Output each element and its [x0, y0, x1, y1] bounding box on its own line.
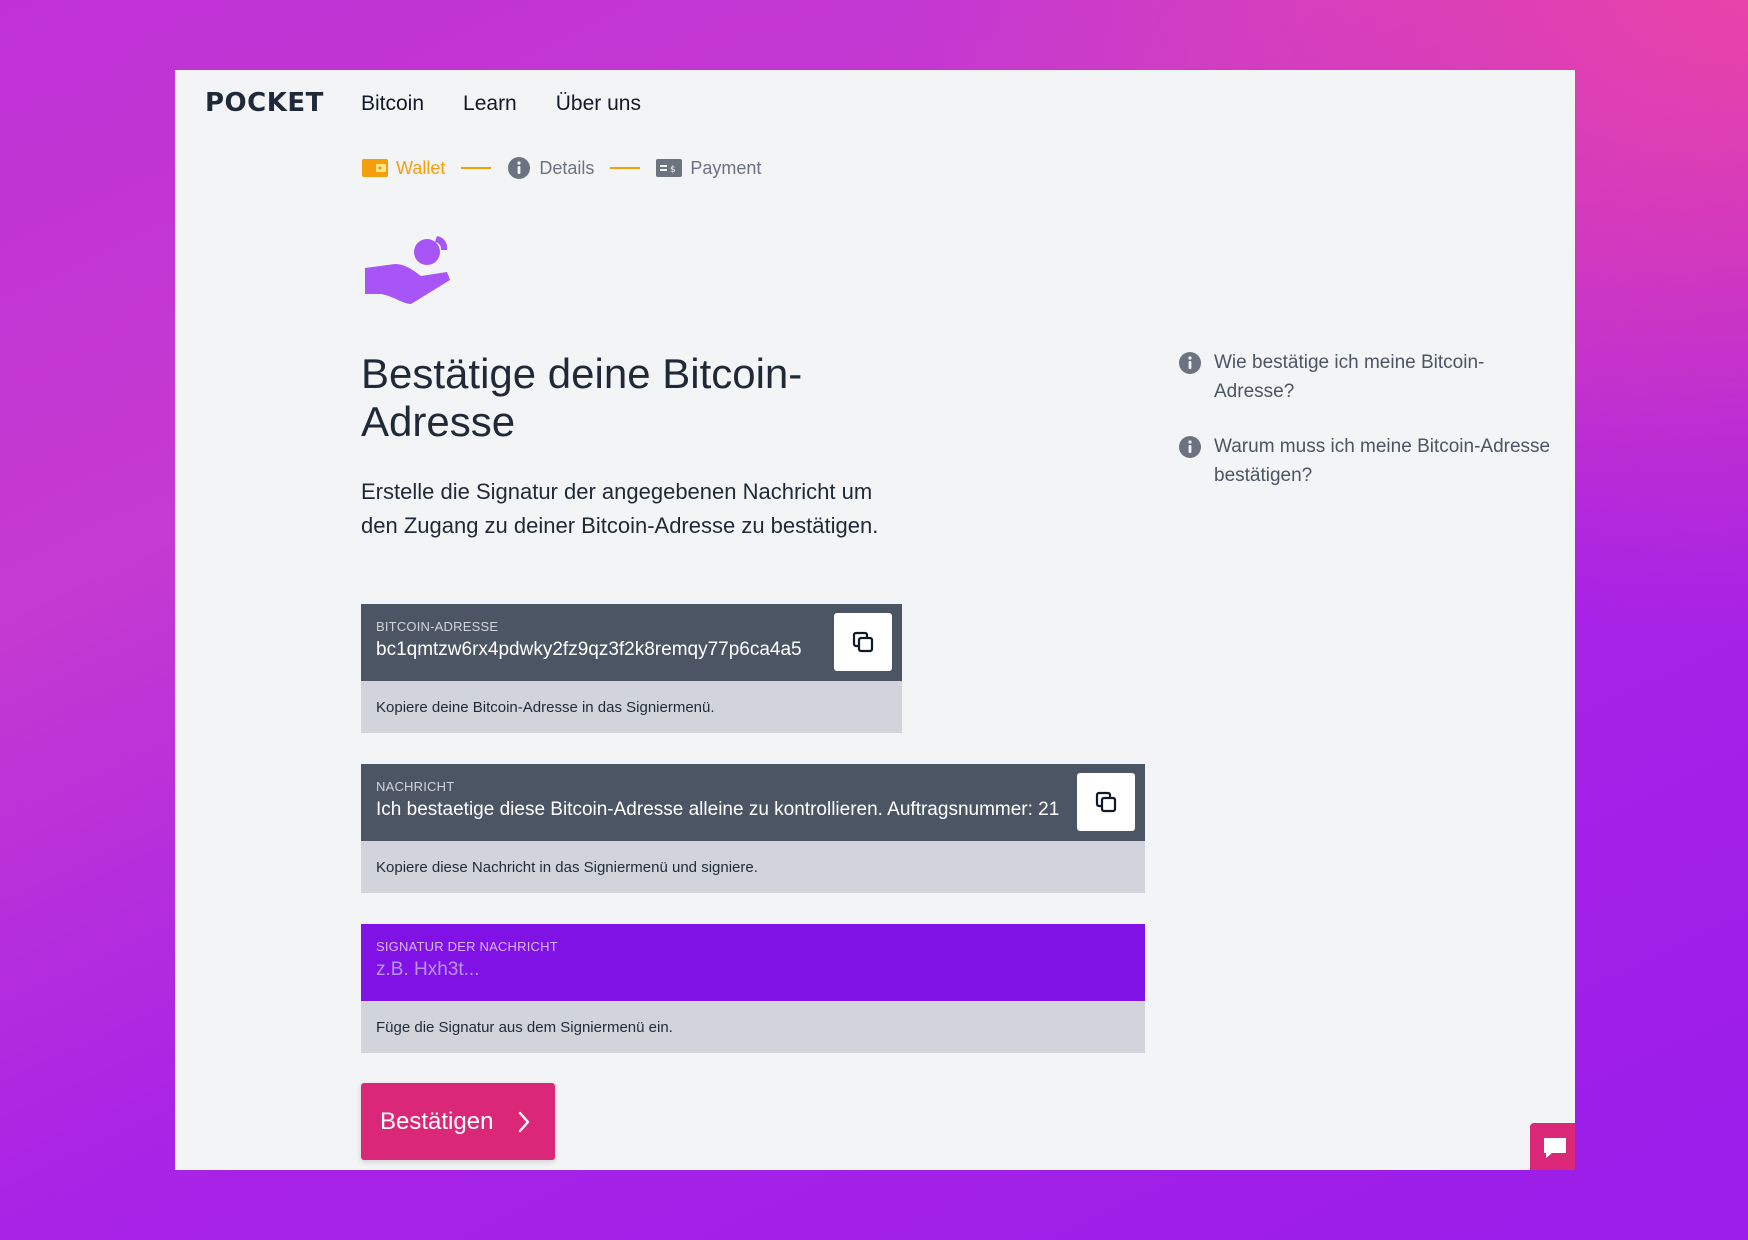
- chat-icon: [1544, 1138, 1566, 1158]
- info-icon: [1179, 352, 1201, 374]
- field-header: Bitcoin-Adresse bc1qmtzw6rx4pdwky2fz9qz3…: [361, 604, 902, 681]
- page-title: Bestätige deine Bitcoin-Adresse: [361, 350, 803, 445]
- page-intro: Erstelle die Signatur der angegebenen Na…: [361, 479, 879, 538]
- field-help: Kopiere deine Bitcoin-Adresse in das Sig…: [361, 681, 902, 733]
- field-header: Nachricht Ich bestaetige diese Bitcoin-A…: [361, 764, 1145, 841]
- field-label: Signatur der Nachricht: [376, 939, 558, 954]
- wallet-icon: [362, 159, 388, 177]
- hand-coin-icon: [365, 236, 450, 304]
- field-label: Nachricht: [376, 779, 455, 794]
- field-label: Bitcoin-Adresse: [376, 619, 499, 634]
- bitcoin-address-value[interactable]: bc1qmtzw6rx4pdwky2fz9qz3f2k8remqy77p6ca4…: [376, 639, 887, 661]
- field-header: Signatur der Nachricht: [361, 924, 1145, 1001]
- step-label: Wallet: [396, 157, 446, 178]
- step-wallet: Wallet: [362, 158, 445, 179]
- faq-question: Warum muss ich meine Bitcoin-Adresse bes…: [1214, 436, 1551, 486]
- checkout-stepper: Wallet Details $ Payment: [362, 156, 761, 180]
- info-icon: [1179, 436, 1201, 458]
- step-details: Details: [507, 156, 594, 180]
- svg-text:$: $: [670, 165, 676, 175]
- app-window: POCKET Bitcoin Learn Über uns Wallet Det…: [175, 70, 1575, 1170]
- copy-message-button[interactable]: [1077, 773, 1135, 831]
- confirm-button[interactable]: Bestätigen: [361, 1083, 555, 1160]
- nav-item-about[interactable]: Über uns: [556, 92, 641, 116]
- copy-icon: [852, 631, 874, 653]
- copy-icon: [1095, 791, 1117, 813]
- field-help: Kopiere diese Nachricht in das Signierme…: [361, 841, 1145, 893]
- step-payment: $ Payment: [656, 158, 761, 179]
- info-icon: [508, 157, 531, 179]
- signature-input[interactable]: [376, 959, 1130, 981]
- payment-card-icon: $: [656, 159, 683, 177]
- step-connector: [610, 167, 641, 169]
- bitcoin-address-field: Bitcoin-Adresse bc1qmtzw6rx4pdwky2fz9qz3…: [361, 604, 902, 733]
- nav-item-learn[interactable]: Learn: [463, 92, 517, 116]
- faq-item[interactable]: Warum muss ich meine Bitcoin-Adresse bes…: [1178, 432, 1563, 490]
- signature-field: Signatur der Nachricht Füge die Signatur…: [361, 924, 1145, 1053]
- message-field: Nachricht Ich bestaetige diese Bitcoin-A…: [361, 764, 1145, 893]
- field-help: Füge die Signatur aus dem Signiermenü ei…: [361, 1001, 1145, 1053]
- step-label: Payment: [690, 157, 762, 178]
- message-value[interactable]: Ich bestaetige diese Bitcoin-Adresse all…: [376, 799, 1130, 821]
- confirm-button-label: Bestätigen: [380, 1107, 494, 1135]
- faq-question: Wie bestätige ich meine Bitcoin-Adresse?: [1214, 352, 1485, 402]
- copy-address-button[interactable]: [834, 613, 892, 671]
- faq-item[interactable]: Wie bestätige ich meine Bitcoin-Adresse?: [1178, 348, 1563, 406]
- step-connector: [461, 167, 492, 169]
- step-label: Details: [539, 157, 595, 178]
- pocket-logo[interactable]: POCKET: [205, 88, 324, 118]
- faq-list: Wie bestätige ich meine Bitcoin-Adresse?…: [1178, 348, 1563, 516]
- chevron-right-icon: [519, 1111, 530, 1132]
- main-nav: Bitcoin Learn Über uns: [361, 92, 641, 116]
- nav-item-bitcoin[interactable]: Bitcoin: [361, 92, 424, 116]
- chat-button[interactable]: [1530, 1123, 1575, 1170]
